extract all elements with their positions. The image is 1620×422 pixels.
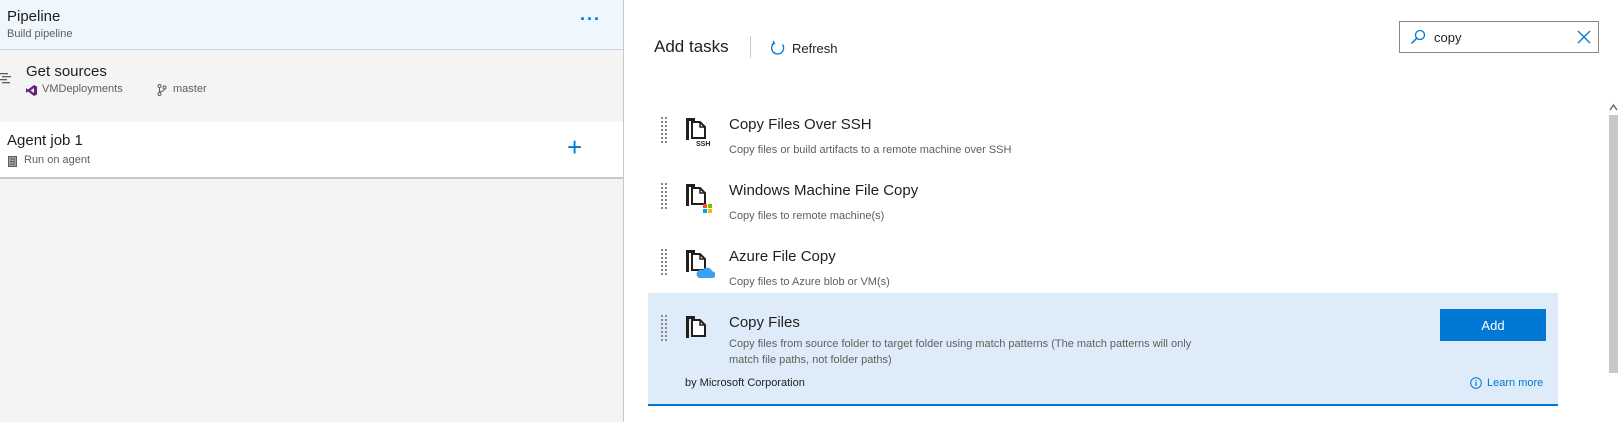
pipeline-title: Pipeline: [7, 8, 61, 25]
pipeline-header[interactable]: Pipeline Build pipeline ···: [0, 0, 623, 50]
agent-job-title: Agent job 1: [7, 132, 83, 149]
task-name: Azure File Copy: [729, 248, 836, 265]
copy-files-icon: [686, 316, 706, 338]
drag-handle-icon[interactable]: [660, 315, 668, 343]
task-name: Copy Files Over SSH: [729, 116, 872, 133]
header-divider: [750, 36, 751, 58]
windows-file-copy-icon: [686, 184, 712, 213]
scroll-up-arrow-icon[interactable]: [1609, 103, 1618, 111]
branch-icon: [157, 84, 167, 96]
task-publisher: by Microsoft Corporation: [685, 377, 805, 389]
drag-handle-icon[interactable]: [660, 183, 668, 211]
search-input[interactable]: [1434, 27, 1564, 47]
task-description: Copy files from source folder to target …: [729, 338, 1192, 366]
learn-more-label: Learn more: [1487, 377, 1544, 389]
refresh-label: Refresh: [792, 40, 838, 56]
list-item[interactable]: Windows Machine File Copy Copy files to …: [648, 161, 1558, 227]
task-name: Copy Files: [729, 314, 800, 331]
learn-more-link[interactable]: Learn more: [1470, 377, 1543, 389]
azure-file-copy-icon: [686, 250, 715, 278]
branch-name: master: [173, 83, 207, 95]
task-description: Copy files to Azure blob or VM(s): [729, 276, 890, 288]
sources-list-icon: [0, 73, 11, 84]
list-item[interactable]: Copy Files Copy files from source folder…: [648, 293, 1558, 406]
repo-name: VMDeployments: [42, 83, 123, 95]
scrollbar-thumb[interactable]: [1609, 115, 1618, 373]
scrollbar[interactable]: [1607, 100, 1620, 422]
more-options-button[interactable]: ···: [580, 9, 601, 30]
close-icon[interactable]: [1577, 30, 1591, 44]
task-list: SSH Copy Files Over SSH Copy files or bu…: [648, 95, 1558, 406]
task-description: Copy files or build artifacts to a remot…: [729, 144, 1012, 156]
vs-repo-icon: [26, 85, 37, 96]
search-box[interactable]: [1399, 21, 1599, 53]
refresh-icon: [770, 40, 785, 55]
server-icon: [8, 156, 17, 167]
drag-handle-icon[interactable]: [660, 249, 668, 277]
add-button[interactable]: Add: [1440, 309, 1546, 341]
agent-job-subtitle: Run on agent: [24, 154, 91, 166]
task-name: Windows Machine File Copy: [729, 182, 919, 199]
add-tasks-panel: Add tasks Refresh copy SSH Copy Files Ov…: [625, 0, 1620, 422]
search-icon: [1410, 29, 1426, 45]
add-tasks-title: Add tasks: [654, 37, 729, 56]
get-sources-title: Get sources: [26, 63, 107, 80]
list-item[interactable]: Azure File Copy Copy files to Azure blob…: [648, 227, 1558, 293]
add-task-plus-button[interactable]: +: [567, 134, 582, 160]
list-item[interactable]: SSH Copy Files Over SSH Copy files or bu…: [648, 95, 1558, 161]
svg-text:SSH: SSH: [696, 141, 710, 148]
get-sources-item[interactable]: Get sources VMDeployments master: [0, 51, 623, 122]
pipeline-panel: Pipeline Build pipeline ··· Get sources …: [0, 0, 624, 422]
refresh-button[interactable]: Refresh: [770, 38, 838, 58]
copy-ssh-icon: SSH: [686, 118, 710, 148]
drag-handle-icon[interactable]: [660, 117, 668, 145]
agent-job-item[interactable]: Agent job 1 Run on agent +: [0, 122, 623, 179]
info-icon: [1470, 377, 1482, 389]
pipeline-subtitle: Build pipeline: [7, 28, 73, 40]
task-description: Copy files to remote machine(s): [729, 210, 885, 222]
